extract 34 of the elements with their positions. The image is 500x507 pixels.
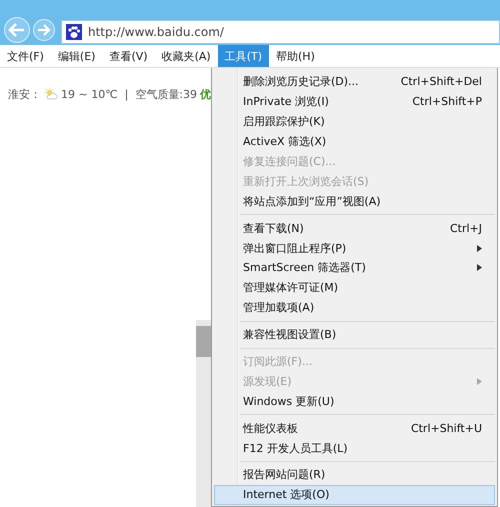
- menu-item[interactable]: Internet 选项(O): [214, 484, 495, 505]
- menu-item[interactable]: 删除浏览历史记录(D)... Ctrl+Shift+Del: [214, 72, 495, 92]
- scrollbar[interactable]: [196, 320, 211, 507]
- air-grade-text: 优: [200, 86, 211, 102]
- menu-item[interactable]: 管理媒体许可证(M): [214, 278, 495, 298]
- menu-bar-item[interactable]: 收藏夹(A): [154, 45, 218, 67]
- menu-item[interactable]: 性能仪表板 Ctrl+Shift+U: [214, 418, 495, 438]
- menu-item[interactable]: Windows 更新(U): [214, 391, 495, 412]
- menu-item[interactable]: 管理加载项(A): [214, 298, 495, 318]
- menu-item[interactable]: SmartScreen 筛选器(T): [214, 258, 495, 278]
- paw-icon: [66, 24, 82, 40]
- address-field[interactable]: http://www.baidu.com/: [61, 20, 500, 44]
- menu-item[interactable]: 将站点添加到“应用”视图(A): [214, 191, 495, 212]
- menu-bar-item[interactable]: 查看(V): [102, 45, 155, 67]
- back-arrow-icon: [8, 22, 26, 38]
- menu-bar-item[interactable]: 编辑(E): [50, 45, 102, 67]
- menu-item[interactable]: 查看下载(N) Ctrl+J: [214, 218, 495, 238]
- menu-item[interactable]: 报告网站问题(R): [214, 465, 495, 485]
- menu-item[interactable]: 弹出窗口阻止程序(P): [214, 238, 495, 258]
- menu-bar-item[interactable]: 文件(F): [0, 45, 51, 67]
- menu-item[interactable]: 启用跟踪保护(K): [214, 112, 495, 132]
- menu-item[interactable]: F12 开发人员工具(L): [214, 438, 495, 458]
- city-label: 淮安：: [8, 86, 41, 102]
- scrollbar-thumb[interactable]: [196, 326, 211, 357]
- menu-item[interactable]: ActiveX 筛选(X): [214, 132, 495, 152]
- menu-bar-item[interactable]: 帮助(H): [269, 45, 322, 67]
- menu-item[interactable]: InPrivate 浏览(I) Ctrl+Shift+P: [214, 92, 495, 112]
- forward-arrow-icon: [37, 24, 51, 36]
- back-button[interactable]: [4, 17, 30, 43]
- divider-text: |: [124, 88, 128, 100]
- forward-button[interactable]: [33, 19, 55, 41]
- temperature-text: 19 ~ 10℃: [61, 88, 118, 100]
- menu-item[interactable]: 兼容性视图设置(B): [214, 324, 495, 345]
- air-quality-text: 空气质量:39: [135, 86, 197, 102]
